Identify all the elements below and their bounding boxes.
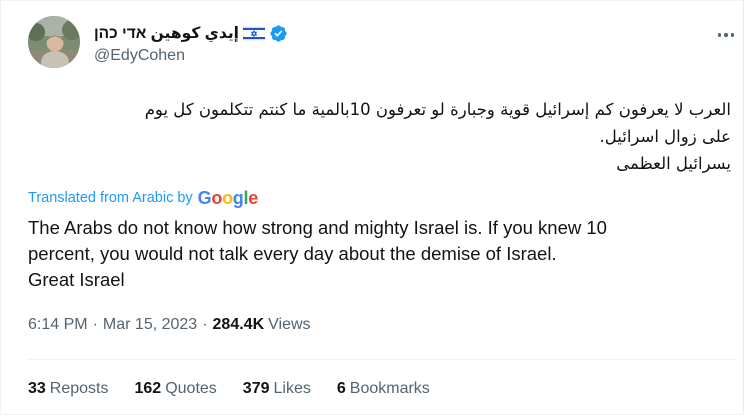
bookmarks-link[interactable]: 6 Bookmarks [337, 380, 430, 398]
google-logo-icon: Google [197, 187, 259, 208]
bookmarks-count: 6 [336, 380, 346, 397]
israel-flag-icon [242, 25, 265, 41]
reposts-label: Reposts [49, 380, 109, 397]
likes-count: 379 [242, 380, 270, 397]
tweet-timestamp-link[interactable]: 6:14 PM · Mar 15, 2023 [28, 316, 197, 334]
more-options-icon[interactable] [713, 25, 739, 45]
avatar-photo-icon [28, 16, 80, 68]
translation-line: The Arabs do not know how strong and mig… [28, 217, 607, 238]
meta-separator: · [92, 316, 98, 333]
reposts-count: 33 [28, 380, 46, 397]
avatar[interactable] [28, 16, 80, 68]
tweet-original-text: العرب لا يعرفون كم إسرائيل قوية وجبارة ل… [31, 96, 731, 177]
original-line: يسرائيل العظمى [616, 154, 731, 173]
meta-separator: · [202, 316, 208, 333]
divider [28, 359, 736, 360]
quotes-link[interactable]: 162 Quotes [135, 380, 217, 398]
translation-attribution: Translated from Arabic by Google [28, 188, 258, 208]
tweet-card: إيدي كوهين אדי כהן @EdyCohen العرب لا يع… [0, 0, 744, 415]
reposts-link[interactable]: 33 Reposts [28, 380, 109, 398]
author-handle[interactable]: @EdyCohen [94, 47, 185, 65]
likes-label: Likes [273, 380, 311, 397]
engagement-stats: 33 Reposts 162 Quotes 379 Likes 6 Bookma… [28, 378, 456, 400]
quotes-count: 162 [134, 380, 162, 397]
more-dot [730, 33, 735, 37]
translated-from-link[interactable]: Translated from Arabic by [28, 190, 193, 206]
more-dot [724, 33, 728, 37]
tweet-translated-text: The Arabs do not know how strong and mig… [28, 215, 728, 293]
bookmarks-label: Bookmarks [349, 380, 430, 397]
tweet-meta: 6:14 PM · Mar 15, 2023 · 284.4K Views [28, 315, 311, 335]
original-line: على زوال اسرائيل. [599, 127, 731, 146]
views-count: 284.4K [212, 316, 265, 333]
translation-line: Great Israel [28, 269, 125, 290]
author-display-name[interactable]: إيدي كوهين אדי כהן [94, 24, 239, 43]
original-line: العرب لا يعرفون كم إسرائيل قوية وجبارة ل… [144, 100, 731, 119]
likes-link[interactable]: 379 Likes [243, 380, 311, 398]
author-name-row: إيدي كوهين אדי כהן [94, 22, 288, 44]
verified-badge-icon[interactable] [269, 24, 288, 43]
translation-line: percent, you would not talk every day ab… [28, 243, 557, 264]
quotes-label: Quotes [165, 380, 217, 397]
views-label: Views [268, 316, 311, 333]
tweet-time: 6:14 PM [28, 316, 88, 333]
more-dot [717, 33, 722, 37]
tweet-date: Mar 15, 2023 [102, 316, 198, 333]
